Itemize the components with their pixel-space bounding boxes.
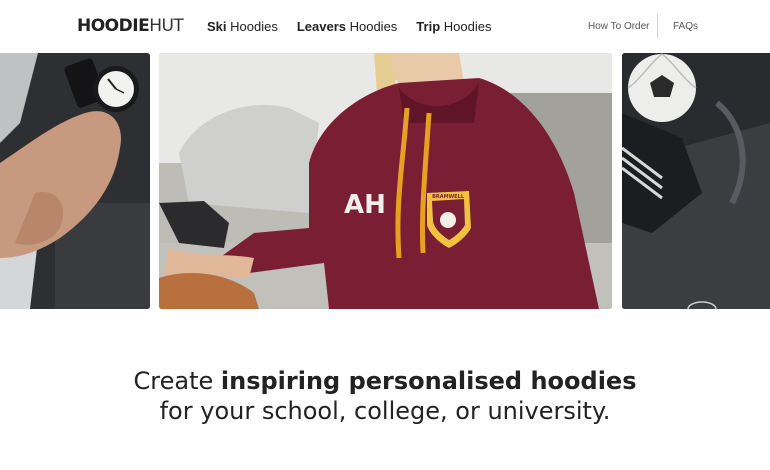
nav-ski-bold: Ski — [207, 19, 227, 34]
tagline-line-1: Create inspiring personalised hoodies — [0, 366, 770, 396]
how-to-order-link[interactable]: How To Order — [588, 20, 650, 34]
carousel-image-watch[interactable] — [0, 53, 150, 309]
nav-trip-rest: Hoodies — [440, 19, 492, 34]
hoodie-letters: AH — [344, 190, 386, 220]
crest-text: BRAMWELL — [432, 194, 465, 200]
nav-ski-rest: Hoodies — [226, 19, 278, 34]
logo-text-light: HUT — [149, 16, 184, 36]
carousel-image-football[interactable] — [622, 53, 770, 309]
nav-leavers-rest: Hoodies — [345, 19, 398, 34]
faqs-link[interactable]: FAQs — [673, 20, 698, 34]
nav-trip-hoodies[interactable]: Trip Hoodies — [416, 18, 491, 36]
carousel-image-hoodie[interactable]: AH BRAMWELL — [159, 53, 612, 309]
site-logo[interactable]: HOODIEHUT — [77, 15, 184, 37]
nav-leavers-bold: Leavers — [296, 19, 346, 34]
tagline-emphasis: inspiring personalised hoodies — [220, 367, 637, 395]
hero-tagline: Create inspiring personalised hoodies fo… — [0, 366, 770, 426]
tagline-pre: Create — [133, 367, 221, 395]
logo-text-bold: HOODIE — [77, 16, 150, 36]
watch-photo-illustration — [0, 53, 150, 309]
image-carousel: AH BRAMWELL — [0, 53, 770, 309]
site-header: HOODIEHUT Ski Hoodies Leavers Hoodies Tr… — [0, 0, 770, 53]
nav-trip-bold: Trip — [416, 19, 441, 34]
nav-ski-hoodies[interactable]: Ski Hoodies — [207, 18, 278, 36]
hoodie-photo-illustration: AH BRAMWELL — [159, 53, 612, 309]
tagline-line-2: for your school, college, or university. — [159, 397, 611, 425]
nav-leavers-hoodies[interactable]: Leavers Hoodies — [297, 18, 397, 36]
football-photo-illustration — [622, 53, 770, 309]
main-nav: Ski Hoodies Leavers Hoodies Trip Hoodies — [207, 18, 491, 36]
nav-divider — [657, 14, 658, 38]
